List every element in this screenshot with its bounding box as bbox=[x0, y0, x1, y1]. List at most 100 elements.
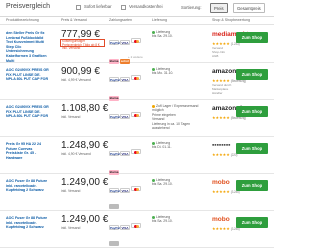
shipping-cost: inkl. 4,90 € Versand bbox=[61, 152, 91, 156]
offer-row: den Steller Preis Gr fix Lenkrad Fußbloc… bbox=[0, 26, 274, 64]
payment-methods: PayPal VISAklarna bbox=[109, 142, 143, 178]
visa-icon: VISA bbox=[120, 188, 130, 193]
delivery-info: Lieferung bis Sa. 29.10. bbox=[152, 178, 210, 187]
delivery-text: Zufl Lager / Expressversand möglich bbox=[152, 104, 199, 113]
offer-price: 1.249,00 € bbox=[61, 214, 109, 225]
filter-label-instock: Sofort lieferbar bbox=[84, 4, 112, 9]
delivery-line: bis Sa. 29.10. bbox=[152, 182, 210, 186]
go-to-shop-button[interactable]: Zum Shop bbox=[236, 217, 268, 228]
delivery-info: Lieferung bis Mo. 31.10. bbox=[152, 67, 210, 76]
shop-rating: ★★★★★(220) bbox=[212, 152, 238, 157]
shipping-cost: inkl. Versand bbox=[61, 115, 81, 119]
product-link[interactable]: AOC G2490VX PREIS GR FIX PLUT LINSE DE. … bbox=[6, 105, 50, 119]
payment-methods: PayPal VISA bbox=[109, 105, 143, 123]
delivery-text: bis Sa. 29.10. bbox=[152, 34, 173, 39]
paypal-icon: PayPal bbox=[109, 40, 120, 45]
delivery-line: bis Di. 01.11. bbox=[152, 145, 210, 149]
payment-methods: PayPal VISA bbox=[109, 216, 143, 250]
delivery-line: bis Mo. 31.10. bbox=[152, 71, 210, 75]
go-to-shop-button[interactable]: Zum Shop bbox=[236, 69, 268, 80]
mc-icon bbox=[131, 186, 141, 191]
delivery-text: bis Sa. 29.10. bbox=[152, 219, 173, 224]
visa-icon: VISA bbox=[120, 114, 130, 119]
paypal-icon: PayPal bbox=[109, 114, 120, 119]
shop-logo[interactable]: amazon bbox=[212, 68, 236, 75]
sort-label: Sortierung: bbox=[181, 5, 202, 10]
delivery-text: Lieferung bbox=[156, 30, 171, 34]
paypal-icon: PayPal bbox=[109, 77, 120, 82]
delivery-text: bis Mo. 31.10. bbox=[152, 71, 174, 76]
offer-price: 1.108,80 € bbox=[61, 103, 109, 114]
delivery-line: Zufl Lager / Expressversand möglich bbox=[152, 104, 210, 113]
mc-icon bbox=[131, 75, 141, 80]
shipping-cost: inkl. 4,99 € Versand bbox=[61, 78, 91, 82]
delivery-text: ausstehend bbox=[152, 126, 170, 131]
delivery-text: bis Sa. 29.10. bbox=[152, 182, 173, 187]
visa-icon: VISA bbox=[120, 151, 130, 156]
delivery-text: Versand bbox=[152, 117, 165, 122]
availability-dot-icon bbox=[152, 141, 155, 145]
offer-row: AOC Fuser Gr 88 Future inkl. rarcetelica… bbox=[0, 211, 274, 248]
offer-price: 1.249,00 € bbox=[61, 177, 109, 188]
delivery-text: Lieferung bbox=[156, 67, 171, 71]
delivery-text: Lieferung bbox=[156, 215, 171, 219]
mc-icon bbox=[131, 112, 141, 117]
shop-info: Versand durch Marketplace Händler bbox=[212, 83, 246, 95]
delivery-text: Lieferung bbox=[156, 178, 171, 182]
col-delivery: Lieferung bbox=[152, 18, 167, 22]
page-title: Preisvergleich bbox=[6, 3, 50, 10]
shop-logo[interactable]: ▪▪▪▪▪▪▪▪ bbox=[212, 142, 230, 149]
visa-icon: VISA bbox=[120, 77, 130, 82]
product-link[interactable]: AOC Fuser Gr 88 Future inkl. rarcetelica… bbox=[6, 179, 50, 193]
availability-dot-icon bbox=[152, 178, 155, 182]
mc-icon bbox=[131, 223, 141, 228]
col-price: Preis & Versand bbox=[61, 18, 87, 22]
delivery-info: Zufl Lager / Expressversand möglich Prime… bbox=[152, 104, 210, 130]
visa-icon: VISA bbox=[120, 40, 130, 45]
offer-price: 1.248,90 € bbox=[61, 140, 109, 151]
filter-checkbox-instock[interactable] bbox=[76, 5, 81, 10]
column-headers: Produktbezeichnung Preis & Versand Zahlu… bbox=[0, 17, 274, 25]
go-to-shop-button[interactable]: Zum Shop bbox=[236, 106, 268, 117]
shop-info-line: AGB bbox=[212, 53, 219, 58]
availability-dot-icon bbox=[152, 30, 155, 34]
offer-price: 900,99 € bbox=[61, 66, 100, 77]
payment-methods: PayPal VISAklarna sofort bbox=[109, 31, 143, 67]
availability-dot-icon bbox=[152, 104, 155, 108]
shipping-cost: inkl. Versand bbox=[61, 226, 81, 230]
comparison-header: Preisvergleich Sofort lieferbar Versandk… bbox=[0, 0, 274, 17]
offer-row: AOC G2490VX PREIS GR FIX PLUT LINSE DE. … bbox=[0, 63, 274, 101]
price-note-box: Kostengünstiger Preisvergleich Tätig ab … bbox=[60, 39, 105, 50]
delivery-text: Lieferung bbox=[156, 141, 171, 145]
go-to-shop-button[interactable]: Zum Shop bbox=[236, 32, 268, 43]
col-product: Produktbezeichnung bbox=[6, 18, 39, 22]
offer-row: AOC G2490VX PREIS GR FIX PLUT LINSE DE. … bbox=[0, 100, 274, 137]
col-payment: Zahlungsarten bbox=[109, 18, 132, 22]
product-link[interactable]: Preis Gr 95 HA 22 24 Future Cuervas Prei… bbox=[6, 142, 50, 160]
delivery-info: Lieferung bis Sa. 29.10. bbox=[152, 30, 210, 39]
delivery-info: Lieferung bis Sa. 29.10. bbox=[152, 215, 210, 224]
mc-icon bbox=[131, 38, 141, 43]
delivery-text: bis Di. 01.11. bbox=[152, 145, 172, 150]
paypal-icon: PayPal bbox=[109, 188, 120, 193]
shop-info: Versand Shop-Info AGB bbox=[212, 46, 246, 58]
product-link[interactable]: AOC Fuser Gr 88 Future inkl. rarcetelica… bbox=[6, 216, 50, 230]
go-to-shop-button[interactable]: Zum Shop bbox=[236, 180, 268, 191]
delivery-text: Lieferung in ca. 10 Tagen bbox=[152, 121, 191, 126]
filter-checkbox-freeshipping[interactable] bbox=[121, 5, 126, 10]
shop-logo[interactable]: mobo bbox=[212, 179, 230, 186]
delivery-info: Lieferung bis Di. 01.11. bbox=[152, 141, 210, 150]
go-to-shop-button[interactable]: Zum Shop bbox=[236, 143, 268, 154]
payment-methods: PayPal VISAklarna bbox=[109, 68, 143, 104]
product-link[interactable]: den Steller Preis Gr fix Lenkrad Fußbloc… bbox=[6, 31, 50, 63]
mc-icon bbox=[131, 149, 141, 154]
product-link[interactable]: AOC G2490VX PREIS GR FIX PLUT LINSE DE. … bbox=[6, 68, 50, 82]
gray-icon bbox=[109, 204, 119, 209]
sort-price-button[interactable]: Preis bbox=[210, 3, 228, 13]
sort-totalprice-button[interactable]: Gesamtpreis bbox=[233, 3, 265, 13]
price-note: Kostengünstiger Preisvergleich Tätig ab … bbox=[62, 39, 100, 51]
shop-logo[interactable]: mobo bbox=[212, 216, 230, 223]
filter-label-freeshipping: Versandkostenfrei bbox=[129, 4, 163, 9]
visa-icon: VISA bbox=[120, 225, 130, 230]
paypal-icon: PayPal bbox=[109, 151, 120, 156]
